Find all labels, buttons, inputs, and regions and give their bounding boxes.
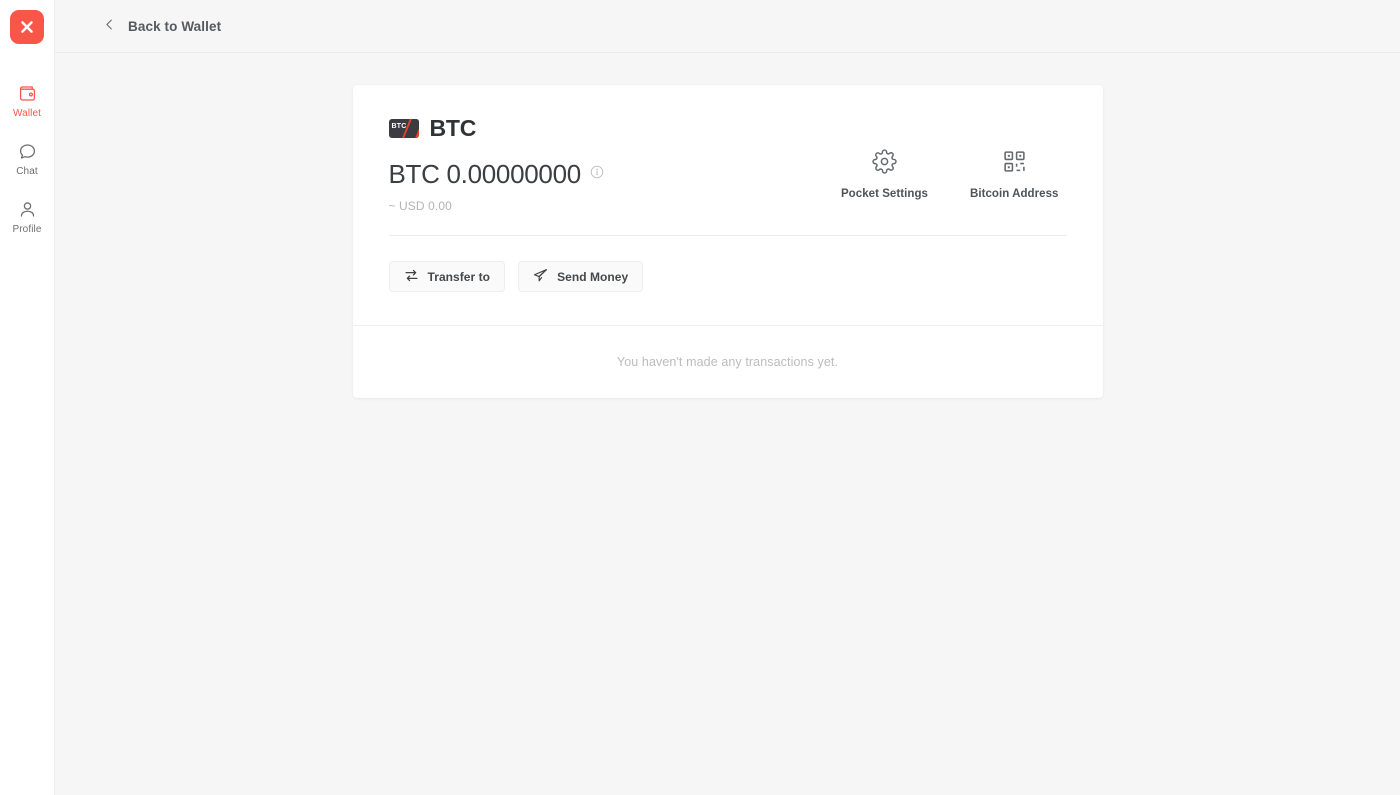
brand-logo[interactable] [10,10,44,44]
top-bar: Back to Wallet [55,0,1400,53]
paper-plane-icon [533,268,548,286]
asset-header-row: BTC BTC BTC 0.00000000 ~ USD 0.00 Pocket… [388,115,1067,213]
empty-transactions-message: You haven't made any transactions yet. [616,355,839,369]
transactions-section: You haven't made any transactions yet. [352,325,1103,398]
qr-code-icon [1002,149,1027,179]
balance-row: BTC 0.00000000 [389,159,604,190]
content-area: BTC BTC BTC 0.00000000 ~ USD 0.00 Pocket… [55,53,1400,795]
chat-bubble-icon [18,141,37,162]
sidebar-item-wallet-label: Wallet [12,108,41,119]
transfer-to-button[interactable]: Transfer to [388,261,506,292]
btc-coin-logo-icon: BTC [388,119,419,138]
sidebar: Wallet Chat Profile [0,0,55,795]
asset-title-row: BTC BTC [388,115,604,142]
user-profile-icon [18,199,37,220]
wallet-icon [18,83,37,104]
sidebar-item-chat-label: Chat [16,166,38,177]
bitcoin-address-button[interactable]: Bitcoin Address [970,149,1059,200]
back-to-wallet-label: Back to Wallet [128,18,222,34]
transfer-to-label: Transfer to [427,269,491,284]
asset-summary: BTC BTC BTC 0.00000000 ~ USD 0.00 [388,115,604,213]
asset-name: BTC [429,115,477,141]
pocket-settings-label: Pocket Settings [840,188,928,200]
gear-icon [872,149,897,179]
back-to-wallet-button[interactable]: Back to Wallet [103,18,221,34]
info-circle-icon[interactable] [590,165,604,184]
btc-coin-logo-text: BTC [391,123,407,130]
pocket-settings-button[interactable]: Pocket Settings [841,149,928,200]
asset-action-icons: Pocket Settings Bitcoin Address [841,115,1067,200]
sidebar-item-profile-label: Profile [12,224,42,235]
balance-amount: BTC 0.00000000 [388,159,582,189]
send-money-button[interactable]: Send Money [518,261,644,292]
card-top-section: BTC BTC BTC 0.00000000 ~ USD 0.00 Pocket… [353,85,1103,213]
chevron-left-icon [103,18,116,34]
main-area: Back to Wallet BTC BTC BTC 0.00000000 ~ … [55,0,1400,795]
app-root: Wallet Chat Profile Back to Wallet BTC B… [0,0,1400,795]
sidebar-item-profile[interactable]: Profile [0,188,55,246]
send-money-label: Send Money [557,269,629,284]
sidebar-item-wallet[interactable]: Wallet [0,72,55,130]
asset-detail-card: BTC BTC BTC 0.00000000 ~ USD 0.00 Pocket… [352,85,1103,398]
bitcoin-address-label: Bitcoin Address [969,188,1059,200]
close-x-logo-icon [19,19,35,35]
sidebar-item-chat[interactable]: Chat [0,130,55,188]
fiat-value: ~ USD 0.00 [388,199,452,213]
action-button-row: Transfer to Send Money [353,236,1103,325]
transfer-arrows-icon [404,268,419,286]
